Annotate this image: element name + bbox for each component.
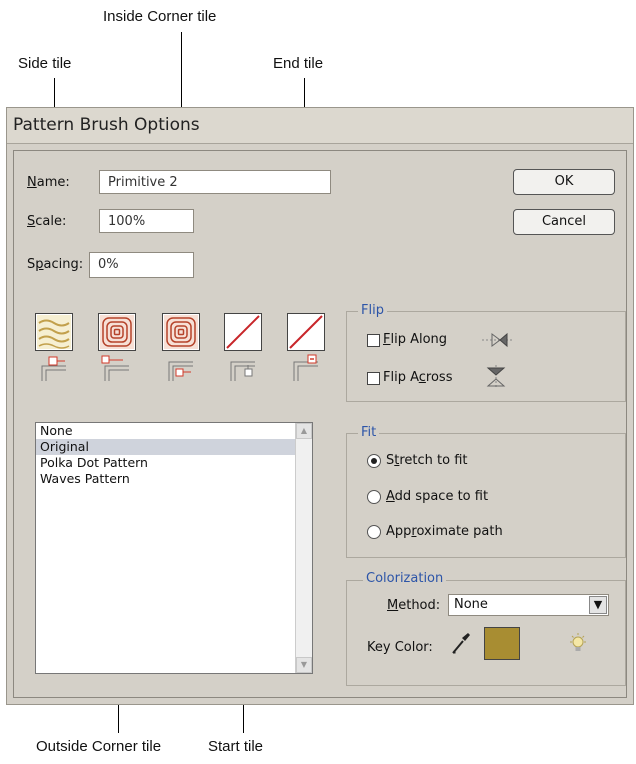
- list-item[interactable]: Polka Dot Pattern: [36, 455, 312, 471]
- key-color-swatch[interactable]: [484, 627, 520, 660]
- pattern-list[interactable]: None Original Polka Dot Pattern Waves Pa…: [35, 422, 313, 674]
- spiral-pattern-icon: [100, 315, 134, 349]
- cancel-button[interactable]: Cancel: [513, 209, 615, 235]
- spacing-field[interactable]: 0%: [89, 252, 194, 278]
- approximate-path-radio[interactable]: [367, 525, 381, 539]
- spiral-pattern-icon: [164, 315, 198, 349]
- lightbulb-icon[interactable]: [567, 632, 589, 656]
- pattern-brush-options-dialog: Pattern Brush Options Name: Primitive 2 …: [6, 107, 634, 705]
- start-tile-box[interactable]: [224, 313, 262, 351]
- list-scrollbar[interactable]: ▲ ▼: [295, 423, 312, 673]
- name-label: Name:: [27, 175, 70, 190]
- stretch-to-fit-label: Stretch to fit: [386, 453, 468, 468]
- callout-side-tile: Side tile: [18, 55, 72, 72]
- stretch-to-fit-radio[interactable]: [367, 454, 381, 468]
- ok-button[interactable]: OK: [513, 169, 615, 195]
- flip-across-icon: [486, 365, 506, 389]
- callout-start-tile: Start tile: [208, 738, 264, 755]
- flip-along-checkbox[interactable]: [367, 334, 380, 347]
- dialog-title: Pattern Brush Options: [13, 115, 200, 135]
- name-field[interactable]: Primitive 2: [99, 170, 331, 194]
- colorization-group-title: Colorization: [363, 571, 447, 586]
- empty-tile-icon: [226, 315, 260, 349]
- scroll-down-icon[interactable]: ▼: [296, 657, 312, 673]
- side-tile-position-icon: [41, 356, 66, 381]
- callout-outside-corner-tile: Outside Corner tile: [36, 738, 162, 755]
- flip-across-checkbox[interactable]: [367, 372, 380, 385]
- scroll-up-icon[interactable]: ▲: [296, 423, 312, 439]
- flip-along-icon: [482, 332, 514, 348]
- method-value: None: [454, 597, 488, 612]
- empty-tile-icon: [289, 315, 323, 349]
- spacing-label: Spacing:: [27, 257, 84, 272]
- outside-corner-tile-box[interactable]: [98, 313, 136, 351]
- callout-inside-corner-tile: Inside Corner tile: [103, 8, 217, 25]
- approximate-path-label: Approximate path: [386, 524, 503, 539]
- scale-label: Scale:: [27, 214, 67, 229]
- inside-corner-position-icon: [168, 361, 193, 381]
- fit-group-title: Fit: [358, 425, 380, 440]
- start-tile-position-icon: [230, 361, 255, 381]
- outside-corner-position-icon: [101, 355, 129, 381]
- end-tile-box[interactable]: [287, 313, 325, 351]
- chevron-down-icon[interactable]: ▼: [589, 596, 607, 614]
- waves-pattern-icon: [37, 315, 71, 349]
- method-label: Method:: [387, 598, 441, 613]
- eyedropper-icon[interactable]: [450, 630, 472, 656]
- scale-field[interactable]: 100%: [99, 209, 194, 233]
- side-tile-box[interactable]: [35, 313, 73, 351]
- list-item[interactable]: Waves Pattern: [36, 471, 312, 487]
- method-select[interactable]: None ▼: [448, 594, 609, 616]
- inside-corner-tile-box[interactable]: [162, 313, 200, 351]
- flip-across-label: Flip Across: [383, 370, 453, 385]
- callout-end-tile: End tile: [273, 55, 324, 72]
- title-bar: Pattern Brush Options: [7, 108, 633, 144]
- end-tile-position-icon: [293, 354, 318, 381]
- add-space-to-fit-label: Add space to fit: [386, 489, 489, 504]
- add-space-to-fit-radio[interactable]: [367, 490, 381, 504]
- flip-group-title: Flip: [358, 303, 387, 318]
- list-item[interactable]: Original: [36, 439, 312, 455]
- list-item[interactable]: None: [36, 423, 312, 439]
- flip-along-label: Flip Along: [383, 332, 448, 347]
- key-color-label: Key Color:: [367, 640, 433, 655]
